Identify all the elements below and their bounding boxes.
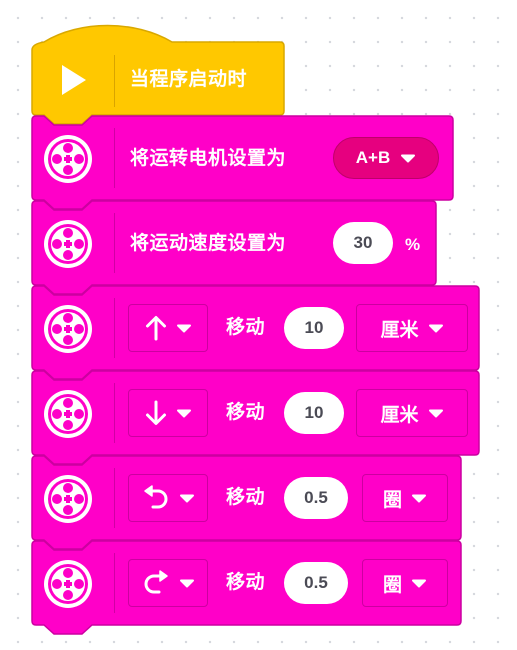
motor-icon (44, 135, 92, 183)
unit-value: 圈 (382, 488, 402, 511)
arrow-up-icon (145, 316, 166, 341)
distance-input[interactable]: 10 (284, 307, 344, 349)
motor-icon (44, 220, 92, 268)
play-icon (62, 65, 86, 95)
turn-left-icon (143, 485, 167, 509)
turn-right-icon (144, 570, 168, 594)
speed-unit-label: % (405, 235, 421, 254)
direction-dropdown-backward[interactable] (128, 389, 208, 437)
block-separator (114, 553, 115, 613)
set-speed-label: 将运动速度设置为 (130, 232, 287, 254)
chevron-down-icon (179, 579, 194, 587)
set-motors-label: 将运转电机设置为 (130, 147, 287, 169)
chevron-down-icon (176, 324, 191, 332)
block-separator (114, 128, 115, 188)
chevron-down-icon (179, 494, 194, 502)
move-label: 移动 (226, 401, 266, 423)
distance-input[interactable]: 10 (284, 392, 344, 434)
chevron-down-icon (401, 154, 416, 162)
speed-input[interactable]: 30 (333, 222, 393, 264)
motor-port-value: A+B (355, 148, 391, 167)
move-label: 移动 (226, 486, 266, 508)
block-separator (114, 298, 115, 358)
move-label: 移动 (226, 316, 266, 338)
chevron-down-icon (412, 494, 426, 502)
arrow-down-icon (145, 400, 166, 425)
unit-dropdown[interactable]: 圈 (362, 559, 448, 607)
block-separator (114, 468, 115, 528)
block-separator (114, 383, 115, 443)
unit-value: 圈 (382, 573, 402, 596)
direction-dropdown-forward[interactable] (128, 304, 208, 352)
move-label: 移动 (226, 571, 266, 593)
chevron-down-icon (176, 409, 191, 417)
rotations-input[interactable]: 0.5 (284, 477, 348, 519)
unit-dropdown[interactable]: 厘米 (356, 389, 468, 437)
hat-block-label: 当程序启动时 (130, 68, 248, 90)
motor-port-dropdown[interactable]: A+B (333, 137, 439, 179)
chevron-down-icon (412, 579, 426, 587)
direction-dropdown-turn-left[interactable] (128, 474, 208, 522)
chevron-down-icon (428, 324, 443, 332)
motor-icon (44, 560, 92, 608)
hat-separator (114, 55, 115, 107)
block-separator (114, 213, 115, 273)
chevron-down-icon (428, 409, 443, 417)
motor-icon (44, 475, 92, 523)
direction-dropdown-turn-right[interactable] (128, 559, 208, 607)
unit-dropdown[interactable]: 厘米 (356, 304, 468, 352)
unit-value: 厘米 (380, 318, 419, 341)
rotations-input[interactable]: 0.5 (284, 562, 348, 604)
unit-value: 厘米 (380, 403, 419, 426)
motor-icon (44, 390, 92, 438)
unit-dropdown[interactable]: 圈 (362, 474, 448, 522)
motor-icon (44, 305, 92, 353)
